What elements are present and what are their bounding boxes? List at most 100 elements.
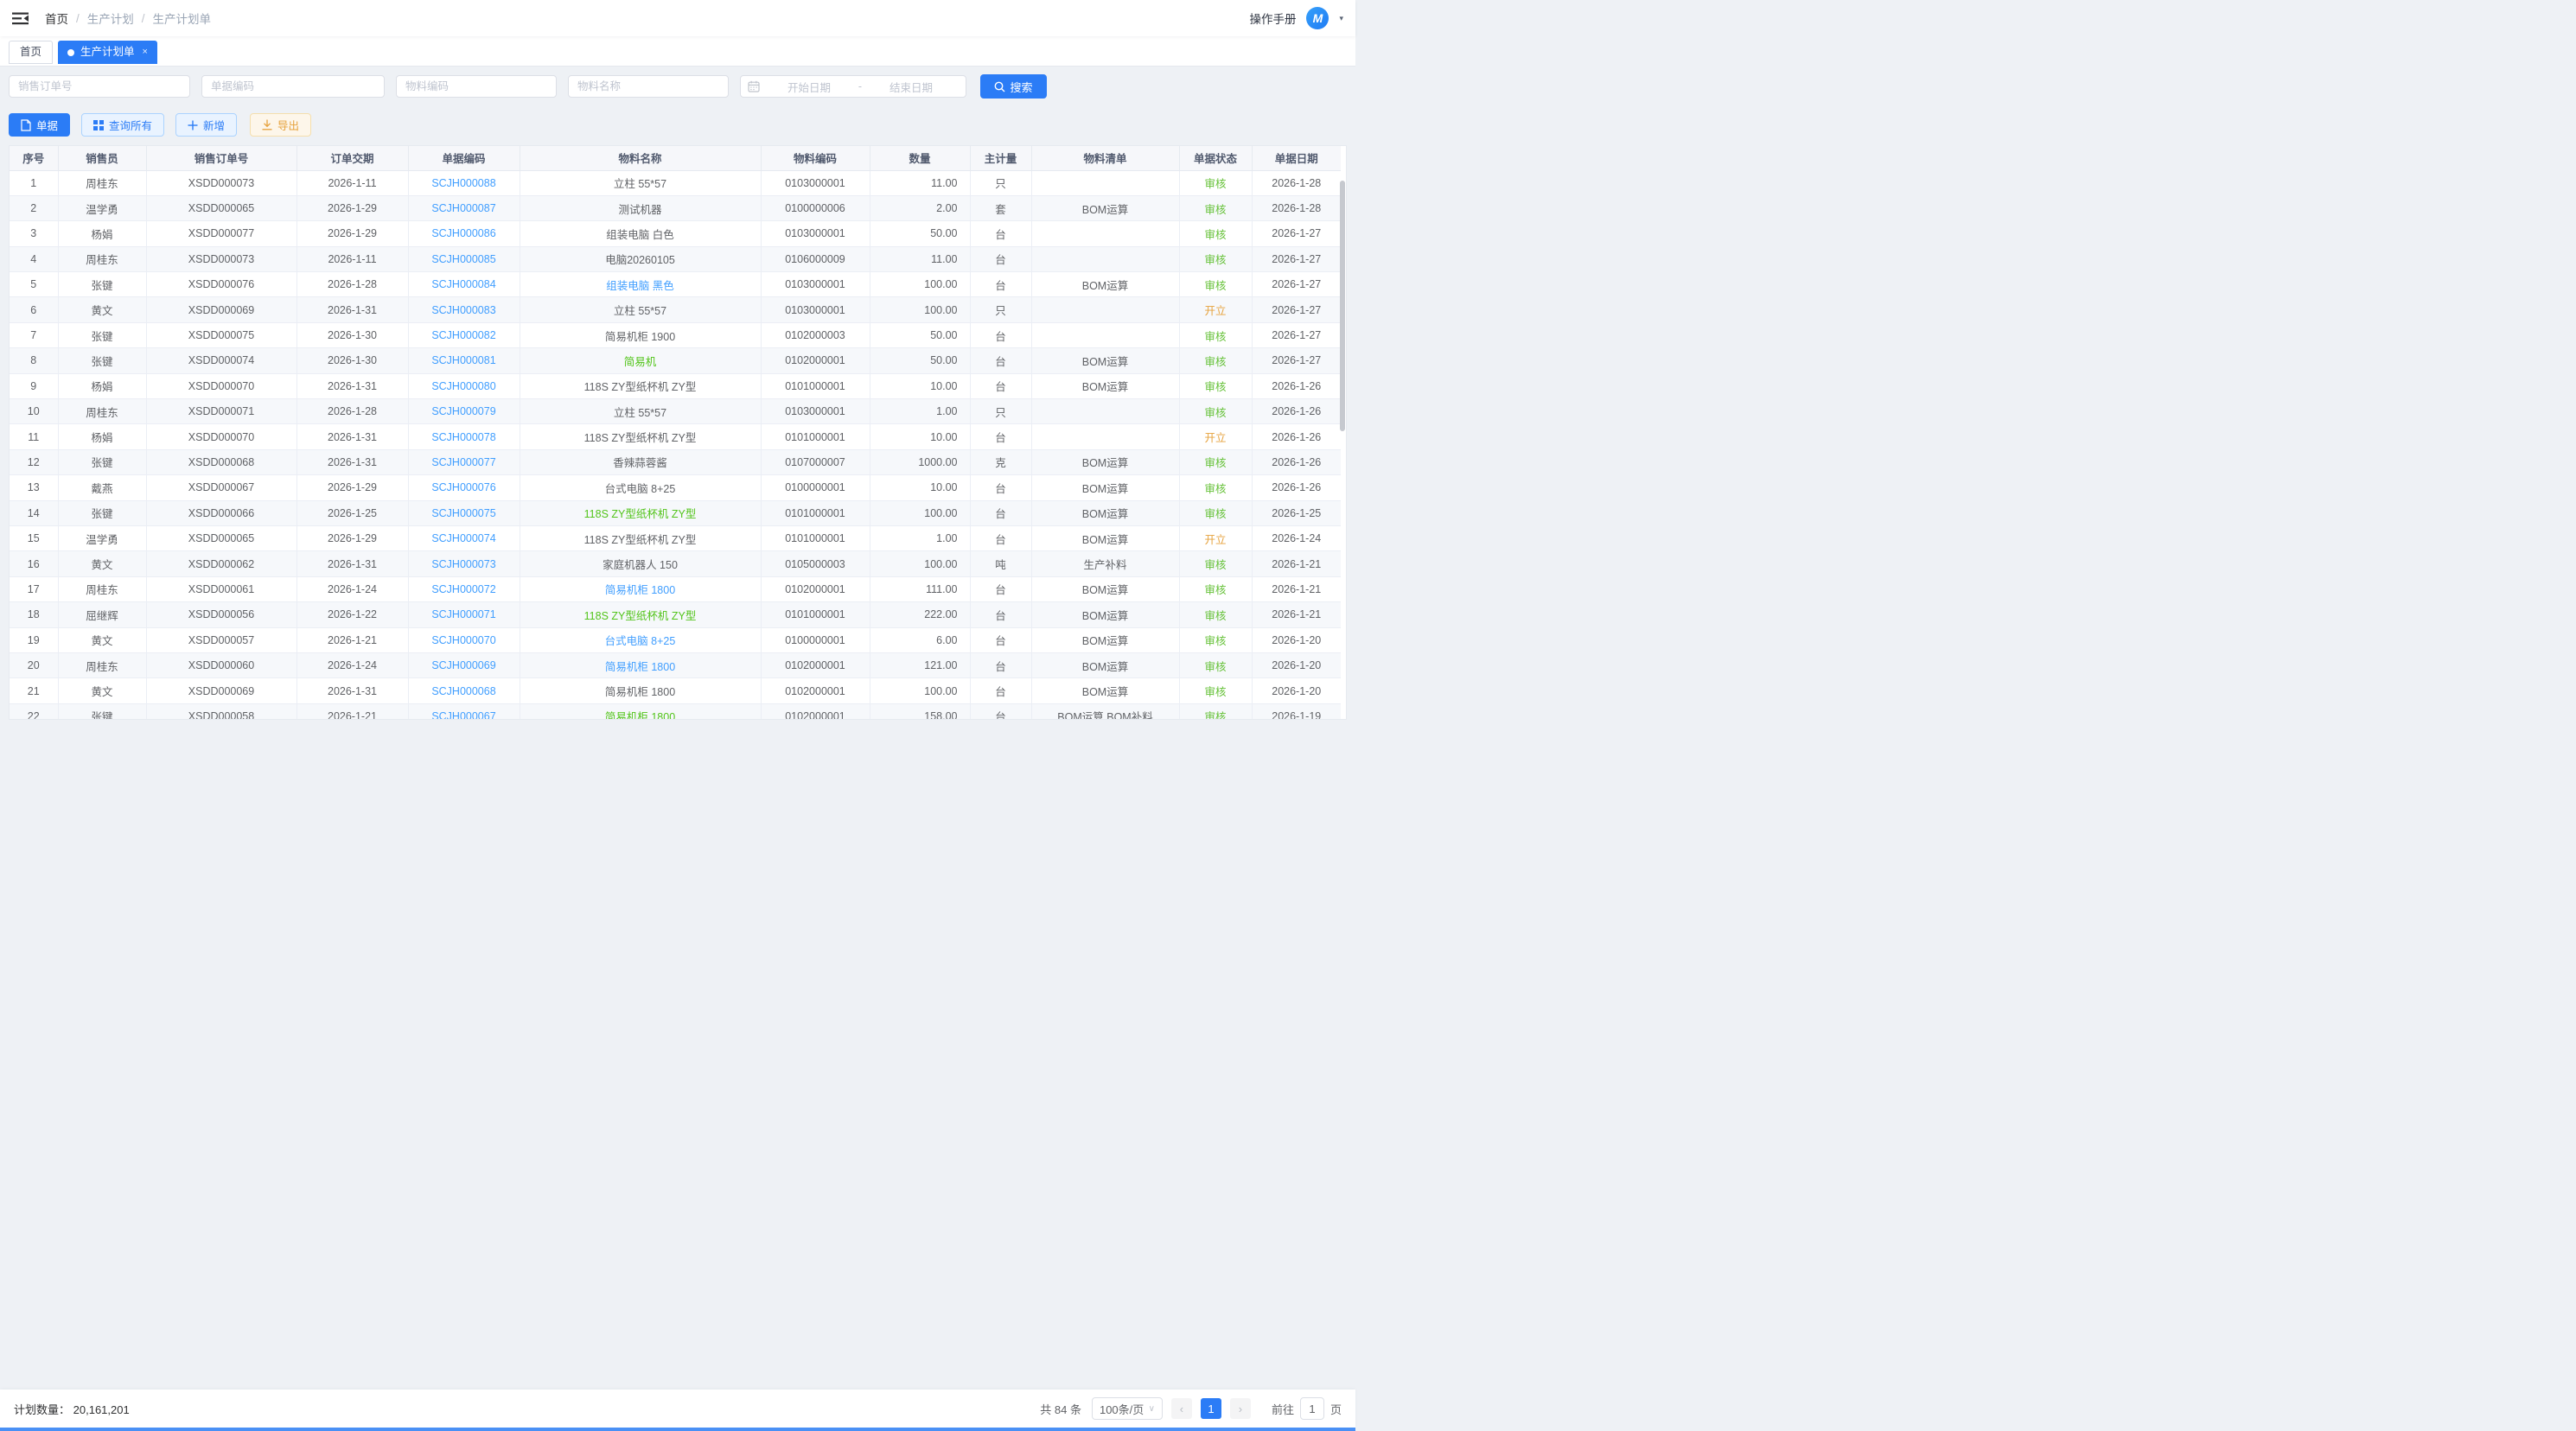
doc-code-input[interactable]	[201, 75, 385, 98]
table-row: 5张键XSDD0000762026-1-28SCJH000084组装电脑 黑色0…	[10, 272, 1341, 297]
cell-material-code: 0103000001	[761, 272, 870, 297]
cell-material-code: 0103000001	[761, 399, 870, 424]
cell-doc-code[interactable]: SCJH000082	[408, 322, 520, 347]
cell-doc-code[interactable]: SCJH000067	[408, 703, 520, 720]
cell-due-date: 2026-1-21	[296, 627, 408, 652]
material-code-input[interactable]	[396, 75, 557, 98]
cell-doc-code[interactable]: SCJH000079	[408, 399, 520, 424]
tab-home[interactable]: 首页	[9, 41, 53, 64]
cell-material-name[interactable]: 组装电脑 黑色	[520, 272, 761, 297]
cell-due-date: 2026-1-30	[296, 348, 408, 373]
cell-material-code: 0101000001	[761, 525, 870, 550]
cell-doc-code[interactable]: SCJH000080	[408, 373, 520, 398]
breadcrumb-production-plan-doc[interactable]: 生产计划单	[153, 10, 212, 27]
cell-bom	[1031, 221, 1179, 246]
cell-material-name[interactable]: 简易机柜 1800	[520, 703, 761, 720]
cell-unit: 台	[970, 576, 1031, 601]
cell-doc-code[interactable]: SCJH000078	[408, 424, 520, 449]
cell-due-date: 2026-1-31	[296, 373, 408, 398]
cell-seq: 16	[10, 551, 58, 576]
cell-seq: 21	[10, 678, 58, 703]
cell-doc-code[interactable]: SCJH000075	[408, 500, 520, 525]
cell-status: 审核	[1179, 652, 1252, 677]
cell-doc-code[interactable]: SCJH000081	[408, 348, 520, 373]
cell-material-code: 0100000006	[761, 195, 870, 220]
current-page-button[interactable]: 1	[1201, 1398, 1221, 1419]
material-name-input[interactable]	[568, 75, 729, 98]
cell-doc-code[interactable]: SCJH000073	[408, 551, 520, 576]
toolbar: 单据 查询所有 新增 导出	[9, 113, 1347, 137]
cell-doc-date: 2026-1-24	[1252, 525, 1341, 550]
cell-bom: BOM运算,BOM补料	[1031, 703, 1179, 720]
cell-bom: BOM运算	[1031, 525, 1179, 550]
cell-qty: 11.00	[870, 246, 970, 271]
cell-doc-code[interactable]: SCJH000087	[408, 195, 520, 220]
user-dropdown-caret-icon[interactable]: ▾	[1339, 14, 1343, 23]
table-row: 15温学勇XSDD0000652026-1-29SCJH000074118S Z…	[10, 525, 1341, 550]
query-all-button[interactable]: 查询所有	[81, 113, 164, 137]
cell-qty: 50.00	[870, 221, 970, 246]
cell-material-name[interactable]: 118S ZY型纸杯机 ZY型	[520, 500, 761, 525]
date-range-picker[interactable]: 开始日期 - 结束日期	[740, 75, 966, 98]
search-button[interactable]: 搜索	[980, 74, 1047, 99]
cell-due-date: 2026-1-29	[296, 221, 408, 246]
export-button[interactable]: 导出	[250, 113, 311, 137]
cell-doc-code[interactable]: SCJH000085	[408, 246, 520, 271]
cell-doc-code[interactable]: SCJH000086	[408, 221, 520, 246]
collapse-menu-icon[interactable]	[12, 11, 29, 25]
cell-sales-order: XSDD000065	[146, 525, 296, 550]
cell-doc-code[interactable]: SCJH000083	[408, 297, 520, 322]
cell-sales-order: XSDD000068	[146, 449, 296, 474]
cell-material-name[interactable]: 118S ZY型纸杯机 ZY型	[520, 602, 761, 627]
cell-doc-date: 2026-1-26	[1252, 475, 1341, 500]
cell-doc-code[interactable]: SCJH000088	[408, 170, 520, 195]
cell-material-name[interactable]: 简易机	[520, 348, 761, 373]
cell-doc-code[interactable]: SCJH000070	[408, 627, 520, 652]
cell-material-name[interactable]: 简易机柜 1800	[520, 652, 761, 677]
cell-seller: 张键	[58, 500, 146, 525]
document-button-label: 单据	[36, 117, 58, 133]
add-button[interactable]: 新增	[175, 113, 237, 137]
cell-doc-code[interactable]: SCJH000071	[408, 602, 520, 627]
tab-production-plan-doc[interactable]: 生产计划单 ×	[58, 41, 157, 64]
cell-status: 审核	[1179, 195, 1252, 220]
cell-doc-code[interactable]: SCJH000077	[408, 449, 520, 474]
cell-sales-order: XSDD000057	[146, 627, 296, 652]
cell-doc-code[interactable]: SCJH000074	[408, 525, 520, 550]
operation-manual-link[interactable]: 操作手册	[1249, 10, 1296, 27]
cell-material-name[interactable]: 简易机柜 1800	[520, 576, 761, 601]
breadcrumb-production-plan[interactable]: 生产计划	[87, 10, 134, 27]
document-button[interactable]: 单据	[9, 113, 70, 137]
cell-material-code: 0103000001	[761, 297, 870, 322]
cell-qty: 10.00	[870, 475, 970, 500]
cell-material-name[interactable]: 台式电脑 8+25	[520, 627, 761, 652]
cell-sales-order: XSDD000070	[146, 424, 296, 449]
cell-seq: 1	[10, 170, 58, 195]
cell-seq: 17	[10, 576, 58, 601]
sales-order-input[interactable]	[9, 75, 190, 98]
cell-seq: 19	[10, 627, 58, 652]
prev-page-button[interactable]: ‹	[1171, 1398, 1192, 1419]
cell-doc-code[interactable]: SCJH000069	[408, 652, 520, 677]
tab-close-icon[interactable]: ×	[143, 41, 148, 63]
page-size-select[interactable]: 100条/页 ∨	[1092, 1397, 1163, 1420]
table-row: 9杨娟XSDD0000702026-1-31SCJH000080118S ZY型…	[10, 373, 1341, 398]
cell-unit: 只	[970, 399, 1031, 424]
cell-material-code: 0102000001	[761, 703, 870, 720]
vertical-scrollbar-thumb[interactable]	[1340, 181, 1345, 431]
page-size-value: 100条/页	[1100, 1401, 1144, 1417]
goto-page-input[interactable]	[1300, 1397, 1324, 1420]
cell-bom	[1031, 297, 1179, 322]
avatar[interactable]: M	[1306, 7, 1329, 29]
cell-doc-date: 2026-1-28	[1252, 170, 1341, 195]
cell-seller: 张键	[58, 272, 146, 297]
cell-doc-code[interactable]: SCJH000072	[408, 576, 520, 601]
breadcrumb-home[interactable]: 首页	[45, 10, 68, 27]
cell-doc-code[interactable]: SCJH000076	[408, 475, 520, 500]
cell-doc-code[interactable]: SCJH000068	[408, 678, 520, 703]
cell-qty: 100.00	[870, 500, 970, 525]
next-page-button[interactable]: ›	[1230, 1398, 1251, 1419]
cell-qty: 111.00	[870, 576, 970, 601]
cell-doc-code[interactable]: SCJH000084	[408, 272, 520, 297]
table-row: 4周桂东XSDD0000732026-1-11SCJH000085电脑20260…	[10, 246, 1341, 271]
